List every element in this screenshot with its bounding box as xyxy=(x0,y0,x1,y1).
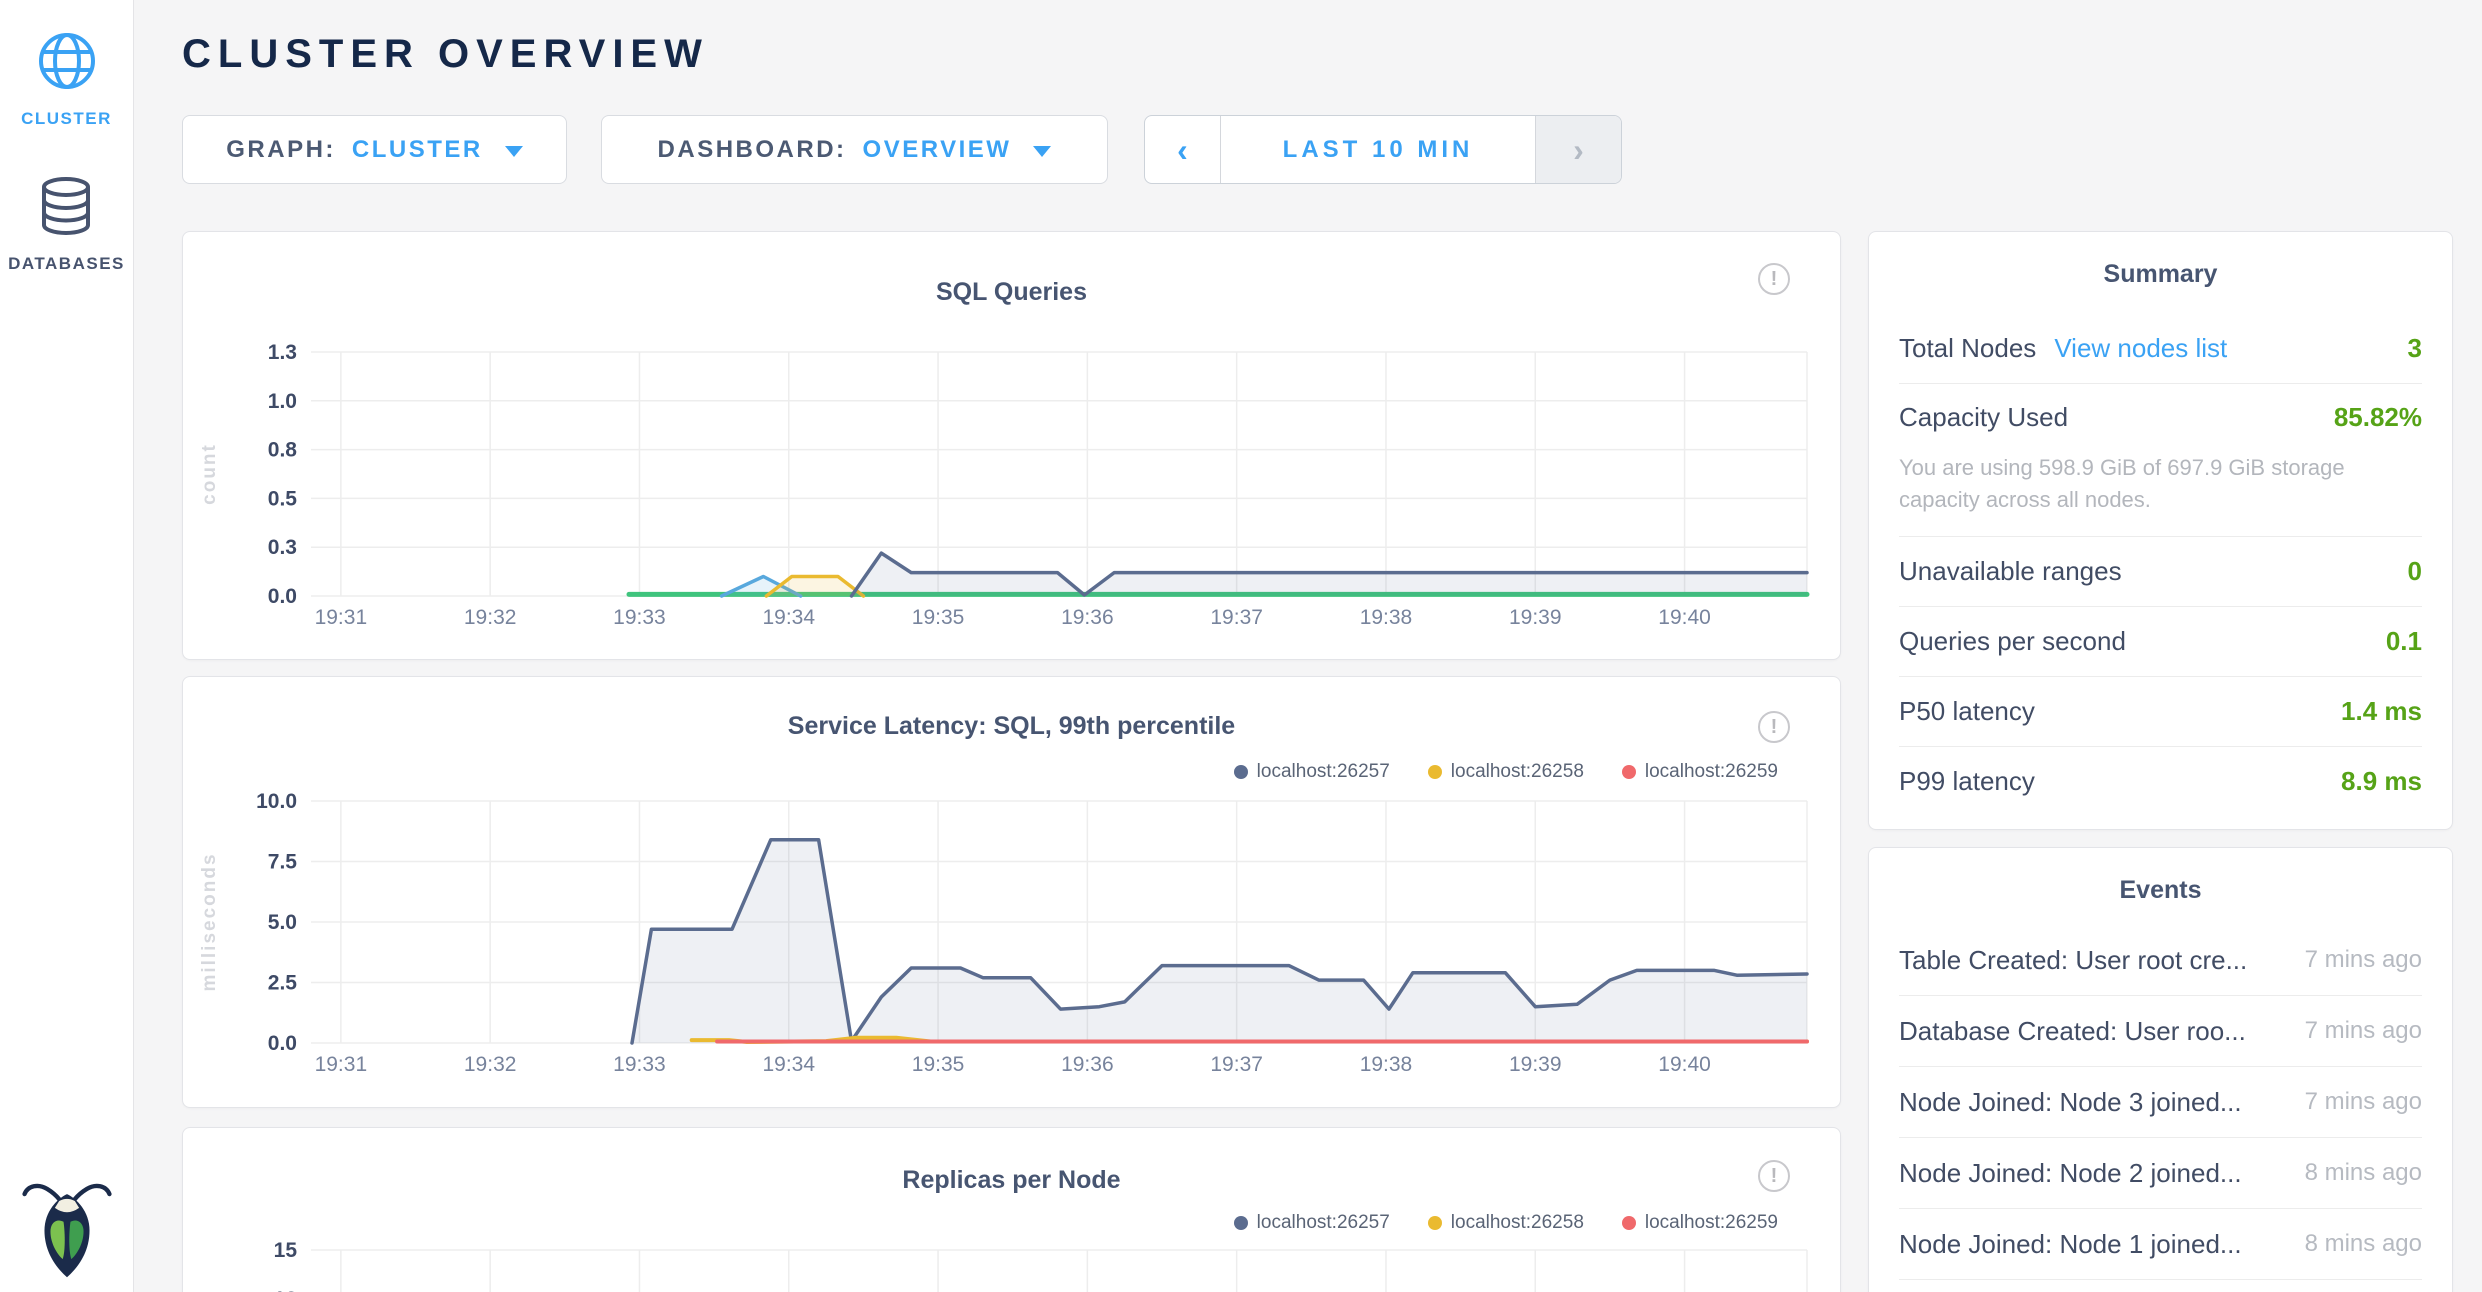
svg-text:19:40: 19:40 xyxy=(1658,1053,1711,1076)
sidebar-item-label: DATABASES xyxy=(8,254,125,274)
svg-text:19:35: 19:35 xyxy=(912,606,965,629)
summary-row-p99-latency: P99 latency 8.9 ms xyxy=(1899,746,2422,816)
databases-icon xyxy=(37,175,95,242)
svg-text:19:34: 19:34 xyxy=(762,606,815,629)
svg-text:19:31: 19:31 xyxy=(315,1053,368,1076)
dashboard-dropdown[interactable]: DASHBOARD: OVERVIEW xyxy=(601,115,1108,184)
svg-text:19:36: 19:36 xyxy=(1061,606,1114,629)
capacity-subtext: You are using 598.9 GiB of 697.9 GiB sto… xyxy=(1899,452,2422,516)
svg-text:19:37: 19:37 xyxy=(1210,1053,1263,1076)
sidebar-item-label: CLUSTER xyxy=(21,109,112,129)
summary-row-p50-latency: P50 latency 1.4 ms xyxy=(1899,676,2422,746)
sql-queries-chart[interactable]: 19:31 19:32 19:33 19:34 19:35 19:36 19:37 19:38… xyxy=(183,232,1840,656)
svg-text:0.5: 0.5 xyxy=(268,487,298,510)
summary-value: 1.4 ms xyxy=(2341,696,2422,727)
replicas-per-node-chart[interactable]: 19:3119:3219:3319:3419:3519:3619:3719:38… xyxy=(183,1128,1840,1292)
summary-row-unavailable-ranges: Unavailable ranges 0 xyxy=(1899,536,2422,606)
time-range-picker: ‹ LAST 10 MIN › xyxy=(1144,115,1622,184)
charts-column: SQL Queries 19:3119:3219:3319:3419:3519:… xyxy=(182,231,1841,1292)
service-latency-card: Service Latency: SQL, 99th percentile lo… xyxy=(182,676,1841,1108)
svg-text:0.3: 0.3 xyxy=(268,536,297,559)
svg-text:19:32: 19:32 xyxy=(464,1053,517,1076)
summary-value: 3 xyxy=(2408,333,2422,364)
svg-text:15: 15 xyxy=(274,1239,298,1262)
svg-text:19:39: 19:39 xyxy=(1509,1053,1562,1076)
time-back-button[interactable]: ‹ xyxy=(1145,116,1221,183)
svg-text:19:39: 19:39 xyxy=(1509,606,1562,629)
page-title: CLUSTER OVERVIEW xyxy=(182,30,2453,78)
event-row: Node Joined: Node 1 joined... 8 mins ago xyxy=(1899,1209,2422,1280)
svg-text:milliseconds: milliseconds xyxy=(199,852,220,991)
summary-value: 85.82% xyxy=(2334,402,2422,433)
view-nodes-list-link[interactable]: View nodes list xyxy=(2054,333,2227,364)
svg-text:10.0: 10.0 xyxy=(256,790,297,813)
summary-value: 0.1 xyxy=(2386,626,2422,657)
svg-text:19:33: 19:33 xyxy=(613,606,666,629)
dashboard-dropdown-label: DASHBOARD: xyxy=(658,136,847,164)
panel-title: Events xyxy=(1899,848,2422,905)
svg-text:5.0: 5.0 xyxy=(268,911,297,934)
summary-panel: Summary Total Nodes View nodes list 3 Ca… xyxy=(1868,231,2453,830)
svg-text:19:40: 19:40 xyxy=(1658,606,1711,629)
events-panel: Events Table Created: User root cre... 7… xyxy=(1868,847,2453,1292)
summary-value: 8.9 ms xyxy=(2341,766,2422,797)
main-content: CLUSTER OVERVIEW GRAPH: CLUSTER DASHBOAR… xyxy=(134,0,2482,1292)
summary-value: 0 xyxy=(2408,556,2422,587)
svg-text:7.5: 7.5 xyxy=(268,851,298,874)
svg-text:count: count xyxy=(199,443,220,505)
dashboard-content: SQL Queries 19:3119:3219:3319:3419:3519:… xyxy=(182,231,2453,1292)
svg-text:19:36: 19:36 xyxy=(1061,1053,1114,1076)
event-row: Table Created: User root cre... 7 mins a… xyxy=(1899,925,2422,996)
event-row: Node Joined: Node 2 joined... 8 mins ago xyxy=(1899,1138,2422,1209)
svg-text:19:32: 19:32 xyxy=(464,606,517,629)
summary-row-queries-per-second: Queries per second 0.1 xyxy=(1899,606,2422,676)
sidebar: CLUSTER DATABASES xyxy=(0,0,134,1292)
graph-dropdown[interactable]: GRAPH: CLUSTER xyxy=(182,115,567,184)
svg-text:19:38: 19:38 xyxy=(1360,1053,1413,1076)
service-latency-chart[interactable]: 19:31 19:32 19:33 19:34 19:35 19:36 19:37 19:38… xyxy=(183,677,1840,1097)
svg-text:0.0: 0.0 xyxy=(268,1032,297,1055)
svg-text:19:35: 19:35 xyxy=(912,1053,965,1076)
dashboard-dropdown-value: OVERVIEW xyxy=(863,136,1012,164)
summary-row-total-nodes: Total Nodes View nodes list 3 xyxy=(1899,313,2422,383)
events-list: Table Created: User root cre... 7 mins a… xyxy=(1899,925,2422,1280)
graph-dropdown-value: CLUSTER xyxy=(352,136,483,164)
cockroach-logo xyxy=(19,1175,115,1284)
cockroachdb-admin-ui: CLUSTER DATABASES xyxy=(0,0,2482,1292)
svg-text:0.8: 0.8 xyxy=(268,439,298,462)
svg-text:2.5: 2.5 xyxy=(268,972,298,995)
svg-text:1.0: 1.0 xyxy=(268,390,297,413)
sql-queries-card: SQL Queries 19:3119:3219:3319:3419:3519:… xyxy=(182,231,1841,660)
event-row: Node Joined: Node 3 joined... 7 mins ago xyxy=(1899,1067,2422,1138)
svg-text:19:38: 19:38 xyxy=(1360,606,1413,629)
event-row: Database Created: User roo... 7 mins ago xyxy=(1899,996,2422,1067)
side-column: Summary Total Nodes View nodes list 3 Ca… xyxy=(1868,231,2453,1292)
time-forward-button[interactable]: › xyxy=(1535,116,1621,183)
svg-text:0.0: 0.0 xyxy=(268,585,297,608)
svg-text:1.3: 1.3 xyxy=(268,341,297,364)
globe-icon xyxy=(36,30,98,97)
time-range-label[interactable]: LAST 10 MIN xyxy=(1221,116,1535,183)
chevron-down-icon xyxy=(505,146,523,157)
graph-dropdown-label: GRAPH: xyxy=(226,136,336,164)
controls-bar: GRAPH: CLUSTER DASHBOARD: OVERVIEW ‹ LAS… xyxy=(182,115,2453,184)
chevron-down-icon xyxy=(1033,146,1051,157)
svg-text:19:34: 19:34 xyxy=(762,1053,815,1076)
svg-text:19:33: 19:33 xyxy=(613,1053,666,1076)
replicas-per-node-card: Replicas per Node localhost:26257 localh… xyxy=(182,1127,1841,1292)
sidebar-item-cluster[interactable]: CLUSTER xyxy=(21,30,112,129)
svg-text:19:37: 19:37 xyxy=(1210,606,1263,629)
sidebar-item-databases[interactable]: DATABASES xyxy=(8,175,125,274)
svg-text:12: 12 xyxy=(274,1288,297,1292)
summary-row-capacity-used: Capacity Used 85.82% You are using 598.9… xyxy=(1899,383,2422,536)
summary-rows: Total Nodes View nodes list 3 Capacity U… xyxy=(1899,313,2422,816)
panel-title: Summary xyxy=(1899,232,2422,289)
svg-text:19:31: 19:31 xyxy=(315,606,368,629)
